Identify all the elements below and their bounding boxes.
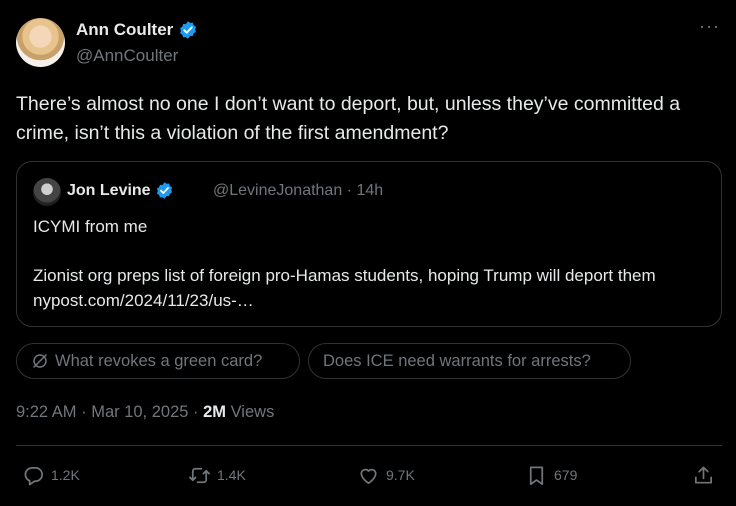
quoted-tweet-text: ICYMI from me Zionist org preps list of …	[33, 214, 713, 313]
quoted-tweet-card[interactable]: Jon Levine @LevineJonathan · 14h ICYMI f…	[16, 161, 722, 327]
quoted-author-name[interactable]: Jon Levine	[67, 182, 151, 200]
divider	[16, 445, 722, 446]
suggestion-label: What revokes a green card?	[55, 351, 263, 370]
quoted-author-name-row[interactable]: Jon Levine	[67, 181, 174, 200]
views-count: 2M	[203, 403, 227, 421]
tweet-meta: 9:22 AM · Mar 10, 2025 · 2M Views	[16, 403, 274, 422]
repost-count: 1.4K	[217, 467, 246, 483]
suggestion-chip-ice-warrants[interactable]: Does ICE need warrants for arrests?	[308, 343, 631, 379]
share-icon	[694, 465, 713, 484]
author-name-row[interactable]: Ann Coulter	[76, 20, 198, 40]
views-label: Views	[226, 403, 275, 421]
suggestion-label: Does ICE need warrants for arrests?	[323, 351, 591, 370]
tweet-text: There’s almost no one I don’t want to de…	[16, 93, 681, 144]
quoted-text-line1: ICYMI from me	[33, 217, 148, 236]
verified-badge-icon	[180, 21, 197, 39]
grok-icon	[33, 354, 47, 368]
quoted-text-line2: Zionist org preps list of foreign pro-Ha…	[33, 266, 656, 310]
author-handle[interactable]: @AnnCoulter	[76, 46, 178, 66]
suggestion-chip-green-card[interactable]: What revokes a green card?	[16, 343, 300, 379]
reply-button[interactable]: 1.2K	[22, 460, 80, 490]
like-icon	[360, 468, 377, 484]
quoted-author-handle-time[interactable]: @LevineJonathan · 14h	[213, 182, 383, 200]
bookmark-icon	[529, 465, 544, 485]
reply-icon	[24, 466, 43, 485]
repost-button[interactable]: 1.4K	[188, 460, 246, 490]
bookmark-button[interactable]: 679	[525, 460, 577, 490]
like-count: 9.7K	[386, 467, 415, 483]
quoted-author-avatar[interactable]	[33, 178, 61, 206]
author-avatar[interactable]	[16, 18, 65, 67]
like-button[interactable]: 9.7K	[357, 460, 415, 490]
verified-badge-icon	[156, 182, 172, 199]
tweet-timestamp[interactable]: 9:22 AM · Mar 10, 2025 ·	[16, 403, 203, 421]
bookmark-count: 679	[554, 467, 578, 483]
reply-count: 1.2K	[51, 467, 80, 483]
share-button[interactable]	[692, 460, 715, 490]
more-icon[interactable]: ···	[699, 16, 720, 37]
repost-icon	[189, 467, 210, 483]
author-name[interactable]: Ann Coulter	[76, 20, 173, 40]
